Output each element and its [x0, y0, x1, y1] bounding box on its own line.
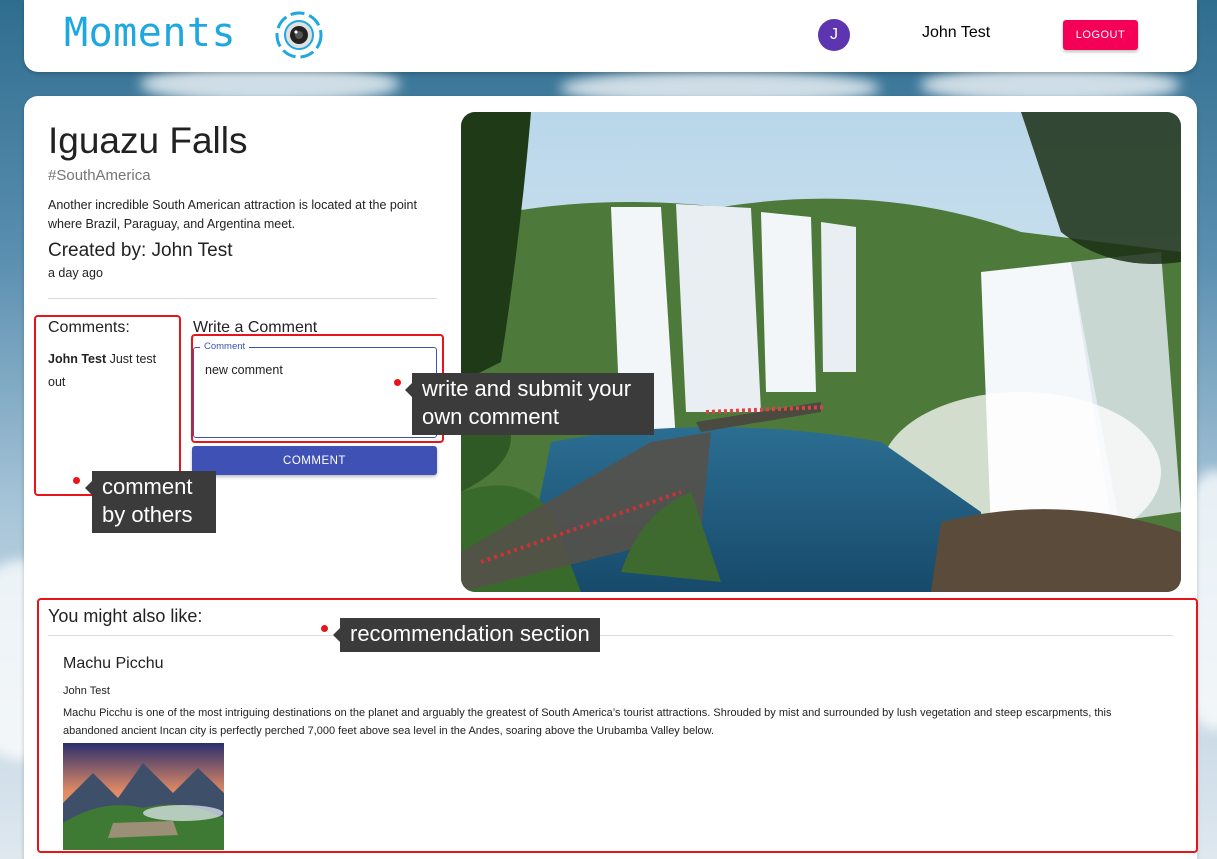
divider — [48, 298, 437, 299]
camera-lens-icon — [275, 11, 323, 59]
annotation-dot — [394, 379, 401, 386]
recommendation-author: John Test — [63, 685, 110, 697]
post-time: a day ago — [48, 266, 103, 280]
divider — [48, 635, 1173, 636]
comment-form-callout: write and submit your own comment — [405, 373, 654, 435]
brand-name[interactable]: Moments — [64, 10, 236, 56]
comment-input[interactable]: Comment new comment — [193, 341, 437, 438]
comments-callout: comment by others — [85, 471, 216, 533]
comment-submit-button[interactable]: COMMENT — [192, 446, 437, 475]
avatar[interactable]: J — [818, 19, 850, 51]
comment-input-value[interactable]: new comment — [205, 363, 283, 377]
recommendations-heading: You might also like: — [48, 606, 203, 626]
post-title: Iguazu Falls — [48, 120, 248, 161]
app-bar: Moments J John Test LOGOUT — [24, 0, 1197, 72]
comment-input-label: Comment — [200, 341, 250, 352]
post-tag: #SouthAmerica — [48, 167, 151, 184]
post-creator: Created by: John Test — [48, 240, 233, 261]
comments-heading: Comments: — [48, 319, 130, 336]
logout-button[interactable]: LOGOUT — [1063, 20, 1138, 50]
recommendation-callout: recommendation section — [333, 618, 600, 652]
post-image — [461, 112, 1181, 592]
annotation-dot — [73, 477, 80, 484]
username: John Test — [922, 24, 991, 41]
recommendation-title[interactable]: Machu Picchu — [63, 655, 164, 673]
recommendation-image[interactable] — [63, 743, 224, 850]
comment-item: John Test Just test out — [48, 348, 173, 394]
recommendation-description: Machu Picchu is one of the most intrigui… — [63, 707, 1112, 737]
post-description: Another incredible South American attrac… — [48, 198, 417, 231]
comment-author: John Test — [48, 352, 107, 366]
write-comment-heading: Write a Comment — [193, 319, 318, 336]
annotation-dot — [321, 625, 328, 632]
